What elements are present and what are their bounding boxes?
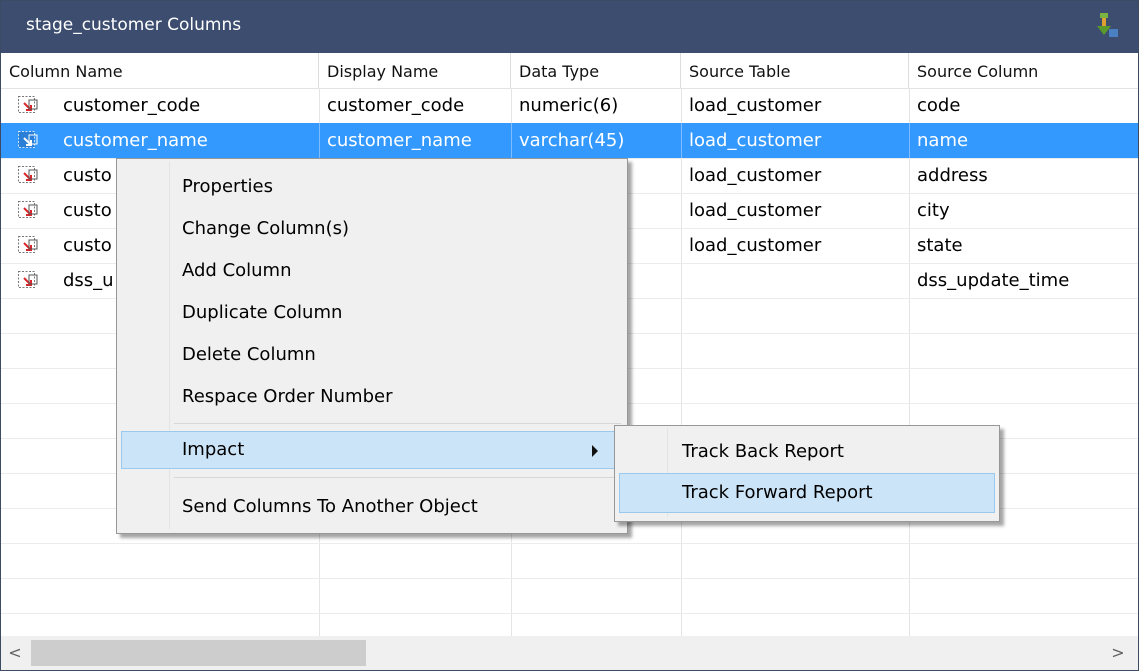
menu-item-label: Delete Column	[182, 344, 316, 365]
menu-separator	[174, 423, 621, 424]
cell-source-table	[681, 263, 909, 298]
cell-source-column: name	[917, 130, 969, 151]
cell-source-table: load_customer	[689, 235, 822, 256]
menu-item-label: Track Forward Report	[682, 482, 873, 503]
cell-source-table: load_customer	[689, 130, 822, 151]
column-icon	[18, 166, 38, 183]
menu-item-label: Add Column	[182, 260, 292, 281]
column-icon	[18, 236, 38, 253]
menu-item-respace-order-number[interactable]: Respace Order Number	[121, 378, 623, 416]
panel-titlebar: stage_customer Columns	[1, 1, 1138, 53]
scrollbar-thumb[interactable]	[31, 640, 366, 666]
table-row-selected[interactable]: customer_name customer_name varchar(45) …	[1, 123, 1138, 158]
menu-item-label: Send Columns To Another Object	[182, 496, 478, 517]
cell-column-name: customer_code	[63, 95, 201, 116]
header-column-name[interactable]: Column Name	[1, 53, 319, 88]
cell-column-name: customer_name	[63, 130, 208, 151]
menu-item-track-back-report[interactable]: Track Back Report	[619, 433, 995, 471]
column-icon	[18, 131, 38, 148]
menu-item-send-columns[interactable]: Send Columns To Another Object	[121, 488, 623, 526]
cell-source-table: load_customer	[689, 165, 822, 186]
menu-item-label: Change Column(s)	[182, 218, 349, 239]
pin-icon[interactable]	[1094, 11, 1120, 39]
menu-item-label: Impact	[182, 439, 245, 460]
menu-item-label: Properties	[182, 176, 273, 197]
context-menu: Properties Change Column(s) Add Column D…	[116, 158, 628, 534]
menu-item-label: Track Back Report	[682, 441, 844, 462]
menu-item-label: Duplicate Column	[182, 302, 343, 323]
grid-header: Column Name Display Name Data Type Sourc…	[1, 53, 1138, 89]
header-source-column[interactable]: Source Column	[909, 53, 1138, 88]
cell-source-table: load_customer	[689, 95, 822, 116]
cell-source-column: state	[917, 235, 963, 256]
header-display-name[interactable]: Display Name	[319, 53, 511, 88]
cell-display-name: customer_code	[327, 95, 465, 116]
menu-item-properties[interactable]: Properties	[121, 168, 623, 206]
row-divider	[1, 613, 1138, 614]
row-divider	[1, 578, 1138, 579]
menu-item-track-forward-report[interactable]: Track Forward Report	[619, 473, 995, 513]
cell-display-name: customer_name	[327, 130, 472, 151]
cell-source-column: dss_update_time	[917, 270, 1070, 291]
menu-item-impact[interactable]: Impact	[121, 431, 623, 469]
scroll-right-button[interactable]: >	[1104, 636, 1132, 670]
cell-source-table: load_customer	[689, 200, 822, 221]
impact-submenu: Track Back Report Track Forward Report	[614, 425, 1000, 522]
menu-item-delete-column[interactable]: Delete Column	[121, 336, 623, 374]
cell-source-column: code	[917, 95, 961, 116]
table-row[interactable]: customer_code customer_code numeric(6) l…	[1, 88, 1138, 123]
submenu-arrow-icon	[592, 445, 598, 457]
column-icon	[18, 201, 38, 218]
panel-title: stage_customer Columns	[26, 15, 242, 35]
header-data-type[interactable]: Data Type	[511, 53, 681, 88]
cell-data-type: numeric(6)	[519, 95, 619, 116]
menu-item-change-columns[interactable]: Change Column(s)	[121, 210, 623, 248]
cell-source-column: city	[917, 200, 950, 221]
menu-item-add-column[interactable]: Add Column	[121, 252, 623, 290]
menu-item-label: Respace Order Number	[182, 386, 393, 407]
column-icon	[18, 271, 38, 288]
cell-data-type: varchar(45)	[519, 130, 625, 151]
header-source-table[interactable]: Source Table	[681, 53, 909, 88]
column-icon	[18, 96, 38, 113]
cell-source-column: address	[917, 165, 988, 186]
horizontal-scrollbar[interactable]: < >	[1, 636, 1138, 670]
menu-item-duplicate-column[interactable]: Duplicate Column	[121, 294, 623, 332]
row-divider	[1, 543, 1138, 544]
menu-separator	[174, 477, 621, 478]
scroll-left-button[interactable]: <	[1, 636, 29, 670]
